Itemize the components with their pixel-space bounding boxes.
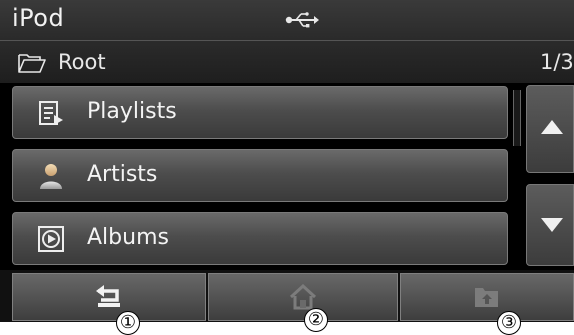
folder-up-icon	[475, 288, 498, 307]
callout-1: ①	[116, 311, 140, 335]
path-label: Root	[58, 50, 106, 74]
playlist-icon	[39, 101, 63, 125]
list-item-playlists[interactable]: Playlists	[12, 86, 508, 139]
list-item-artists[interactable]: Artists	[12, 149, 508, 202]
list-item-albums[interactable]: Albums	[12, 212, 508, 265]
path-bar: Root 1/3	[0, 41, 574, 83]
scroll-up-button[interactable]	[526, 85, 574, 173]
album-icon	[38, 226, 64, 252]
folder-up-button[interactable]	[400, 273, 574, 321]
arrow-down-icon	[541, 218, 563, 232]
arrow-up-icon	[541, 120, 563, 134]
list-item-label: Playlists	[87, 99, 177, 124]
list-item-label: Artists	[87, 162, 158, 187]
list-item-label: Albums	[87, 225, 169, 250]
home-icon	[289, 284, 317, 310]
callout-2: ②	[304, 308, 328, 332]
app-title: iPod	[12, 4, 65, 32]
scrollbar[interactable]	[513, 90, 521, 146]
title-bar: iPod	[0, 0, 574, 41]
back-icon	[96, 285, 120, 307]
folder-open-icon	[18, 54, 46, 73]
home-button[interactable]	[208, 273, 398, 321]
artist-icon	[40, 164, 62, 189]
callout-3: ③	[497, 311, 521, 335]
page-indicator: 1/3	[540, 50, 574, 74]
usb-icon	[285, 12, 319, 28]
scroll-down-button[interactable]	[526, 184, 574, 266]
bottom-bar	[0, 270, 574, 322]
ipod-screen: iPod Root 1/3 Playlists Artists Albums	[0, 0, 574, 322]
back-button[interactable]	[12, 273, 206, 321]
